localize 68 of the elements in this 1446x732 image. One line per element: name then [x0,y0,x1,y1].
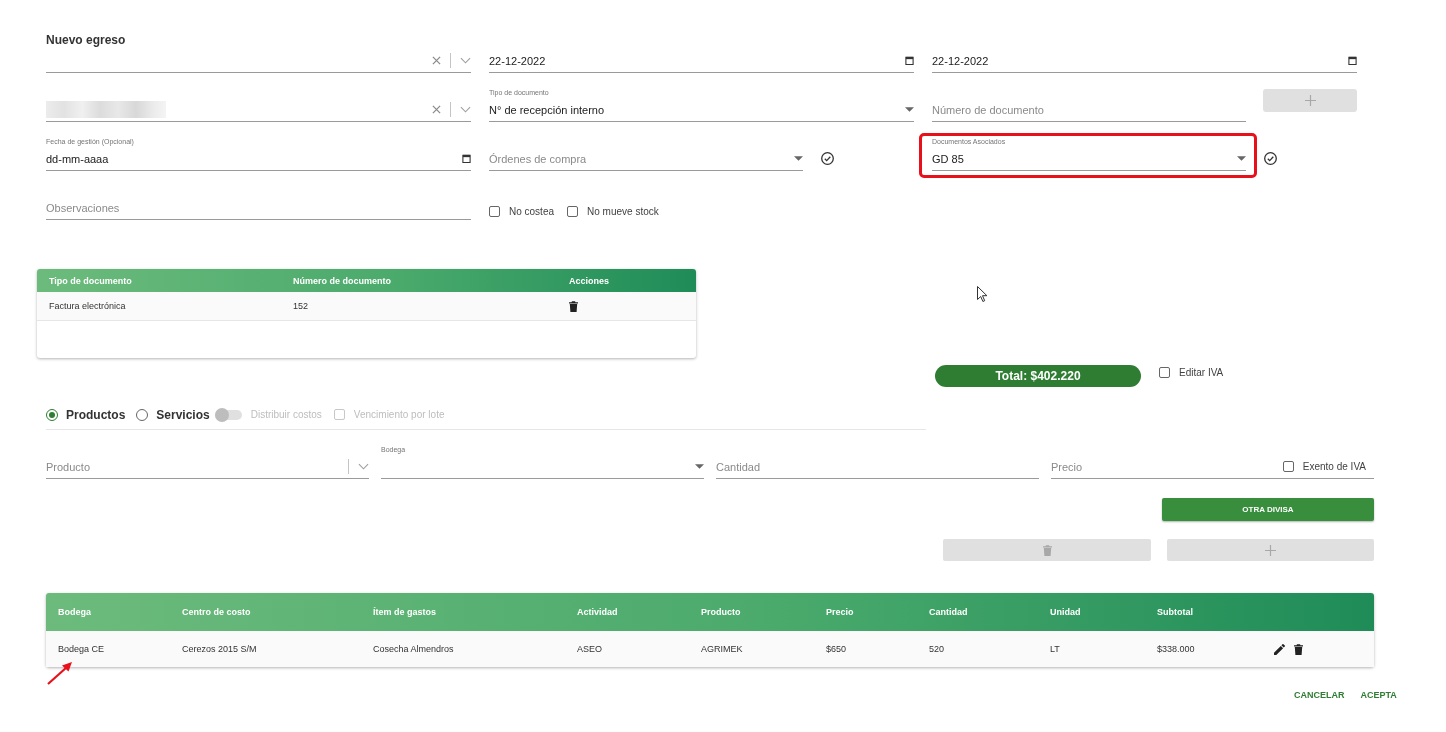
column-header: Tipo de documento [48,275,133,286]
column-header: Unidad [1049,607,1082,617]
checkbox[interactable] [489,205,500,217]
column-header: Subtotal [1156,607,1194,617]
input-field[interactable]: Precio [1051,459,1277,474]
checkbox-label: No mueve stock [587,205,659,217]
trash-icon[interactable] [1294,643,1303,655]
checkbox-label: No costea [509,205,555,217]
calendar-icon[interactable] [1348,56,1357,65]
column-header: Número de documento [292,275,392,286]
other-currency-button[interactable]: OTRA DIVISA [1162,498,1374,521]
dropdown-field[interactable]: N° de recepción interno [489,102,899,117]
checkbox[interactable] [567,205,579,217]
dropdown-field[interactable]: GD 85 [932,151,1231,166]
checkbox-label: Exento de IVA [1302,461,1366,472]
total-banner: Total: $402.220 [935,365,1141,387]
clear-icon[interactable] [432,56,441,65]
column-header: Precio [825,607,855,617]
checkbox-label: Editar IVA [1179,367,1224,378]
table-cell-text: Cosecha Almendros [372,644,455,654]
table-cell-text: Bodega CE [57,644,106,654]
column-header: Actividad [576,607,619,617]
dropdown-arrow-icon[interactable] [1237,156,1246,161]
toggle-label: Distribuir costos [250,409,322,420]
column-header: Cantidad [928,607,969,617]
table-cell-text: Factura electrónica [48,301,127,311]
table-cell-text: $338.000 [1156,644,1196,654]
check-circle-icon[interactable] [821,152,834,165]
text-button[interactable]: ACEPTA [1360,690,1397,700]
calendar-icon[interactable] [905,56,914,65]
table-cell-text: Cerezos 2015 S/M [181,644,258,654]
check-circle-icon[interactable] [1264,152,1277,165]
column-header: Producto [700,607,742,617]
dropdown-arrow-icon[interactable] [905,107,914,112]
text-button[interactable]: CANCELAR [1294,690,1345,700]
input-field[interactable]: Observaciones [46,200,471,215]
input-field[interactable]: Cantidad [716,459,1039,474]
checkbox[interactable] [1159,367,1170,378]
column-header: Ítem de gastos [372,607,438,617]
cursor-icon [977,286,988,302]
table-cell-text: 152 [292,301,310,311]
radio-label: Productos [66,407,126,422]
plus-icon [1304,95,1316,106]
table-cell-text: ASEO [576,644,603,654]
date-field[interactable]: dd-mm-aaaa [46,151,456,166]
column-header: Bodega [57,607,92,617]
column-header: Acciones [568,275,611,286]
autocomplete-field[interactable]: Producto [46,459,339,474]
calendar-icon[interactable] [462,154,471,163]
radio-label: Servicios [156,407,210,422]
checkbox[interactable] [1282,461,1294,472]
date-field[interactable]: 22-12-2022 [489,53,899,68]
dropdown-arrow-icon[interactable] [695,464,704,469]
column-header: Centro de costo [181,607,252,617]
table-cell-text: LT [1049,644,1061,654]
checkbox-label: Vencimiento por lote [353,409,445,420]
clear-icon[interactable] [432,105,441,114]
input-field[interactable]: Número de documento [932,102,1246,117]
table-cell-text: AGRIMEK [700,644,744,654]
dialog-title: Nuevo egreso [46,33,126,47]
pencil-icon[interactable] [1274,643,1285,655]
date-field[interactable]: 22-12-2022 [932,53,1342,68]
plus-icon [1265,544,1276,556]
table-cell-text: $650 [825,644,848,654]
trash-icon[interactable] [569,300,578,312]
table-cell-text: 520 [928,644,946,654]
dropdown-arrow-icon[interactable] [794,156,803,161]
dropdown-field[interactable]: Órdenes de compra [489,151,788,166]
